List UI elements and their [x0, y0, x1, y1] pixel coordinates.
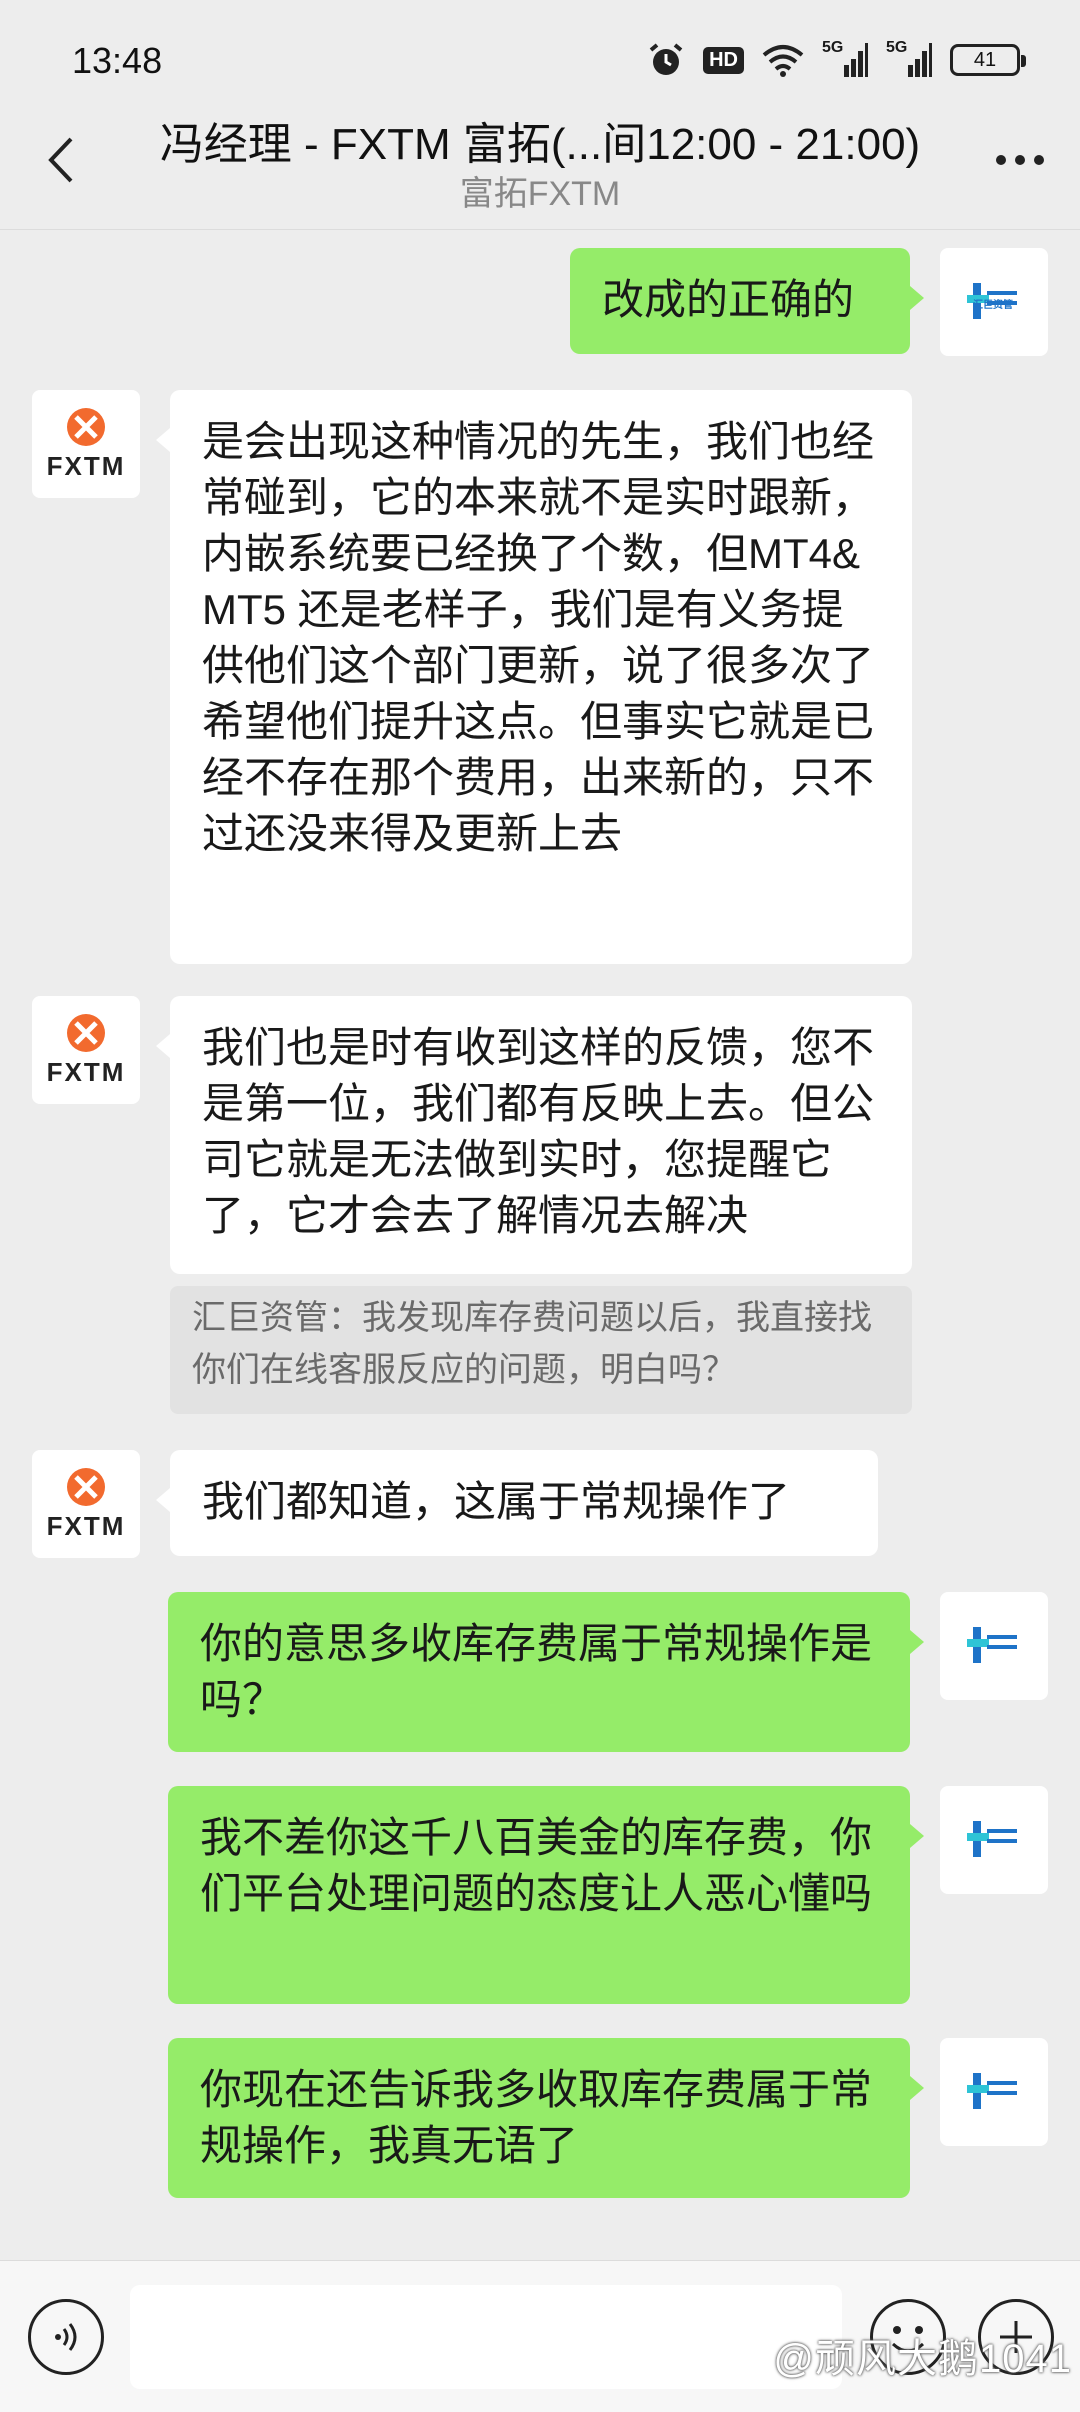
watermark: @顽风大鹅1041 — [773, 2337, 1072, 2381]
signal-icon — [908, 43, 932, 77]
self-logo-text: 汇巨资管 — [973, 300, 1013, 311]
signal-icon — [844, 43, 868, 77]
message-text: 我不差你这千八百美金的库存费，你们平台处理问题的态度让人恶心懂吗 — [200, 1814, 873, 1917]
self-logo-mark — [967, 1821, 1017, 1857]
self-logo-mark — [967, 2073, 1017, 2109]
message-text: 我们都知道，这属于常规操作了 — [202, 1478, 791, 1525]
chat-title: 冯经理 - FXTM 富拓(...间12:00 - 21:00) — [159, 120, 921, 169]
agent-avatar[interactable]: FXTM — [32, 390, 140, 498]
fxtm-logo: FXTM — [47, 1013, 126, 1088]
agent-avatar[interactable]: FXTM — [32, 1450, 140, 1558]
battery-indicator: 41 — [950, 44, 1026, 76]
self-logo-mark — [967, 1627, 1017, 1663]
message-list[interactable]: 改成的正确的 汇巨资管 FXTM 是会出现这种情况的先生，我们也经常碰到，它的本… — [0, 230, 1080, 2260]
self-logo: 汇巨资管 — [959, 272, 1029, 332]
quoted-message[interactable]: 汇巨资管：我发现库存费问题以后，我直接找你们在线客服反应的问题，明白吗？ — [170, 1286, 912, 1414]
fxtm-x-icon — [66, 1467, 105, 1506]
message-bubble-incoming[interactable]: 我们也是时有收到这样的反馈，您不是第一位，我们都有反映上去。但公司它就是无法做到… — [156, 996, 912, 1274]
fxtm-x-icon — [66, 407, 105, 446]
message-row: 改成的正确的 汇巨资管 — [0, 230, 1080, 356]
status-icons: HD 5G 5G 41 — [647, 38, 1026, 82]
chat-header: 冯经理 - FXTM 富拓(...间12:00 - 21:00) 富拓FXTM — [0, 100, 1080, 230]
self-avatar[interactable] — [940, 2038, 1048, 2146]
message-text: 改成的正确的 — [602, 276, 855, 323]
fxtm-logo: FXTM — [47, 1467, 126, 1542]
self-avatar[interactable]: 汇巨资管 — [940, 248, 1048, 356]
agent-avatar[interactable]: FXTM — [32, 996, 140, 1104]
fxtm-x-icon — [66, 1013, 105, 1052]
quoted-text: 汇巨资管：我发现库存费问题以后，我直接找你们在线客服反应的问题，明白吗？ — [192, 1299, 872, 1389]
fxtm-logo: FXTM — [47, 407, 126, 482]
signal-1: 5G — [822, 39, 868, 79]
self-avatar[interactable] — [940, 1592, 1048, 1700]
message-text: 你的意思多收库存费属于常规操作是吗？ — [200, 1620, 873, 1723]
voice-icon — [55, 2323, 77, 2351]
chat-subtitle: 富拓FXTM — [459, 175, 621, 213]
message-text: 你现在还告诉我多收取库存费属于常规操作，我真无语了 — [200, 2066, 873, 2169]
message-bubble-outgoing[interactable]: 你的意思多收库存费属于常规操作是吗？ — [168, 1592, 924, 1752]
hd-badge: HD — [703, 46, 744, 74]
message-bubble-outgoing[interactable]: 改成的正确的 — [570, 248, 924, 354]
message-bubble-incoming[interactable]: 我们都知道，这属于常规操作了 — [156, 1450, 878, 1556]
wifi-icon — [762, 45, 804, 77]
fxtm-logo-text: FXTM — [46, 1056, 126, 1087]
alarm-icon — [649, 43, 683, 75]
chevron-left-icon — [48, 137, 73, 183]
voice-button[interactable] — [28, 2299, 104, 2375]
signal-2: 5G — [886, 39, 932, 79]
fxtm-logo-text: FXTM — [46, 1510, 126, 1541]
fxtm-logo-text: FXTM — [46, 450, 126, 481]
message-bubble-incoming[interactable]: 是会出现这种情况的先生，我们也经常碰到，它的本来就不是实时跟新，内嵌系统要已经换… — [156, 390, 912, 964]
self-avatar[interactable] — [940, 1786, 1048, 1894]
message-input[interactable] — [130, 2285, 842, 2389]
back-button[interactable] — [30, 130, 90, 190]
more-dots-icon — [996, 155, 1044, 165]
status-time: 13:48 — [72, 40, 163, 81]
message-text: 是会出现这种情况的先生，我们也经常碰到，它的本来就不是实时跟新，内嵌系统要已经换… — [202, 418, 875, 857]
more-button[interactable] — [990, 130, 1050, 190]
input-bar: @顽风大鹅1041 — [0, 2260, 1080, 2412]
message-bubble-outgoing[interactable]: 我不差你这千八百美金的库存费，你们平台处理问题的态度让人恶心懂吗 — [168, 1786, 924, 2004]
battery-level: 41 — [973, 48, 997, 71]
message-bubble-outgoing[interactable]: 你现在还告诉我多收取库存费属于常规操作，我真无语了 — [168, 2038, 924, 2198]
message-text: 我们也是时有收到这样的反馈，您不是第一位，我们都有反映上去。但公司它就是无法做到… — [202, 1024, 875, 1239]
